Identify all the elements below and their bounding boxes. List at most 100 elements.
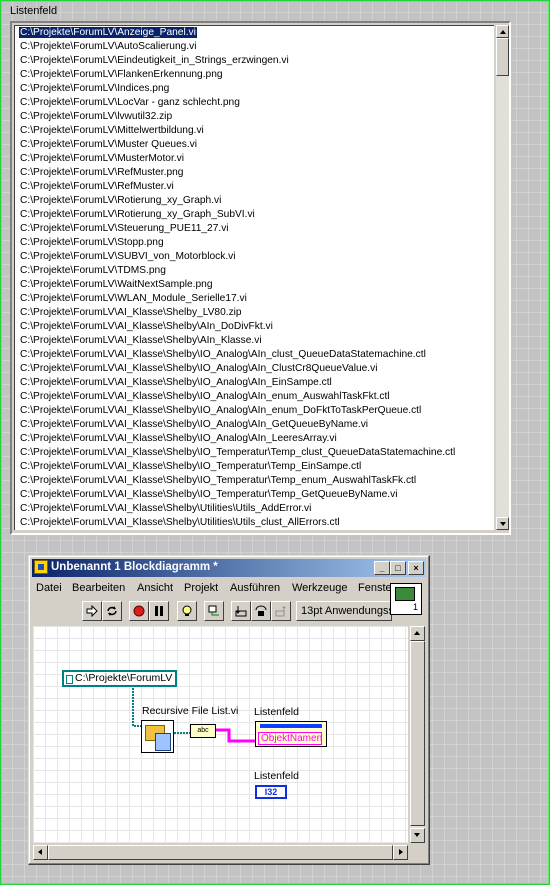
close-button[interactable]: × (408, 561, 424, 575)
menu-ansicht[interactable]: Ansicht (137, 582, 173, 594)
listbox-item-text: C:\Projekte\ForumLV\AI_Klasse\Shelby_LV8… (20, 307, 242, 318)
run-button[interactable] (82, 601, 102, 621)
diagram-scroll-up[interactable] (410, 626, 425, 641)
menu-bearbeiten[interactable]: Bearbeiten (72, 582, 125, 594)
listbox-item[interactable]: C:\Projekte\ForumLV\AI_Klasse\Shelby\IO_… (15, 404, 494, 418)
step-over-icon (255, 605, 267, 616)
listbox-item[interactable]: C:\Projekte\ForumLV\AI_Klasse\Shelby\IO_… (15, 390, 494, 404)
diagram-vscroll-thumb[interactable] (410, 641, 425, 826)
listbox-item[interactable]: C:\Projekte\ForumLV\MusterMotor.vi (15, 152, 494, 166)
diagram-hscroll-thumb[interactable] (48, 845, 393, 860)
labview-app-icon (34, 560, 48, 574)
listbox-item[interactable]: C:\Projekte\ForumLV\Rotierung_xy_Graph.v… (15, 194, 494, 208)
listbox-item-text: C:\Projekte\ForumLV\AI_Klasse\Shelby\IO_… (20, 363, 378, 374)
diagram-horizontal-scrollbar[interactable] (33, 845, 408, 860)
block-diagram-window[interactable]: Unbenannt 1 Blockdiagramm * _ □ × Datei B… (28, 555, 430, 865)
listbox-property-node[interactable]: ObjektNamen (255, 721, 327, 747)
minimize-button[interactable]: _ (374, 561, 390, 575)
listbox-item[interactable]: C:\Projekte\ForumLV\AI_Klasse\Shelby\IO_… (15, 418, 494, 432)
listbox-item-text: C:\Projekte\ForumLV\Eindeutigkeit_in_Str… (20, 55, 289, 66)
menu-projekt[interactable]: Projekt (184, 582, 218, 594)
diagram-scroll-down[interactable] (410, 828, 425, 843)
retain-wire-values-button[interactable] (204, 601, 224, 621)
listbox-item[interactable]: C:\Projekte\ForumLV\Mittelwertbildung.vi (15, 124, 494, 138)
listbox-item[interactable]: C:\Projekte\ForumLV\WaitNextSample.png (15, 278, 494, 292)
probe-icon (208, 605, 219, 616)
listbox-item-text: C:\Projekte\ForumLV\AI_Klasse\Shelby\IO_… (20, 391, 390, 402)
vi-connector-icon[interactable]: 1 (390, 583, 422, 615)
listbox-item-text: C:\Projekte\ForumLV\Rotierung_xy_Graph_S… (20, 209, 255, 220)
step-over-button[interactable] (251, 601, 271, 621)
listbox-item[interactable]: C:\Projekte\ForumLV\AI_Klasse\Shelby\IO_… (15, 432, 494, 446)
listbox-item[interactable]: C:\Projekte\ForumLV\TDMS.png (15, 264, 494, 278)
scroll-thumb[interactable] (496, 38, 509, 76)
listbox-item-text: C:\Projekte\ForumLV\AI_Klasse\Shelby\AIn… (20, 321, 273, 332)
maximize-button[interactable]: □ (390, 561, 406, 575)
diagram-scroll-left[interactable] (33, 845, 48, 860)
step-into-button[interactable] (231, 601, 251, 621)
listbox-item[interactable]: C:\Projekte\ForumLV\SUBVI_von_Motorblock… (15, 250, 494, 264)
listbox-item[interactable]: C:\Projekte\ForumLV\AI_Klasse\Shelby\IO_… (15, 460, 494, 474)
listbox[interactable]: C:\Projekte\ForumLV\Anzeige_Panel.vi C:\P… (10, 21, 511, 535)
run-continuously-button[interactable] (102, 601, 122, 621)
title-bar[interactable]: Unbenannt 1 Blockdiagramm * _ □ × (32, 559, 426, 577)
listbox-item[interactable]: C:\Projekte\ForumLV\FlankenErkennung.png (15, 68, 494, 82)
property-node-header (260, 724, 322, 728)
font-dropdown[interactable]: 13pt Anwendungsschriftart (296, 601, 392, 621)
listbox-item[interactable]: C:\Projekte\ForumLV\RefMuster.vi (15, 180, 494, 194)
listbox-item[interactable]: C:\Projekte\ForumLV\WLAN_Module_Serielle… (15, 292, 494, 306)
abort-button[interactable] (129, 601, 149, 621)
scroll-up-button[interactable] (496, 25, 509, 38)
listbox-item[interactable]: C:\Projekte\ForumLV\AutoScalierung.vi (15, 40, 494, 54)
menu-ausfhren[interactable]: Ausführen (230, 582, 280, 594)
listbox-item[interactable]: C:\Projekte\ForumLV\AI_Klasse\Shelby\IO_… (15, 446, 494, 460)
listbox-item[interactable]: C:\Projekte\ForumLV\Anzeige_Panel.vi (15, 26, 494, 40)
listbox-item[interactable]: C:\Projekte\ForumLV\AI_Klasse\Shelby\IO_… (15, 348, 494, 362)
listbox-item[interactable]: C:\Projekte\ForumLV\Steuerung_PUE11_27.v… (15, 222, 494, 236)
path-constant[interactable]: C:\Projekte\ForumLV (62, 670, 178, 687)
block-diagram-canvas[interactable]: C:\Projekte\ForumLV Recursive File List.… (33, 626, 408, 843)
listbox-item-text: C:\Projekte\ForumLV\AI_Klasse\Shelby\Uti… (20, 503, 312, 514)
listbox-item[interactable]: C:\Projekte\ForumLV\AI_Klasse\Shelby\Uti… (15, 516, 494, 530)
scroll-down-button[interactable] (496, 517, 509, 530)
listbox-item[interactable]: C:\Projekte\ForumLV\AI_Klasse\Shelby\AIn… (15, 334, 494, 348)
listbox-items[interactable]: C:\Projekte\ForumLV\Anzeige_Panel.vi C:\P… (14, 25, 494, 530)
listbox-item[interactable]: C:\Projekte\ForumLV\Rotierung_xy_Graph_S… (15, 208, 494, 222)
step-out-icon (275, 606, 286, 617)
listbox-item-text: C:\Projekte\ForumLV\AI_Klasse\Shelby\IO_… (20, 419, 369, 430)
listbox-item[interactable]: C:\Projekte\ForumLV\AI_Klasse\Shelby_LV8… (15, 306, 494, 320)
toolbar: 13pt Anwendungsschriftart (32, 599, 426, 623)
listbox-item[interactable]: C:\Projekte\ForumLV\lvwutil32.zip (15, 110, 494, 124)
listbox-item[interactable]: C:\Projekte\ForumLV\Eindeutigkeit_in_Str… (15, 54, 494, 68)
listbox-item[interactable]: C:\Projekte\ForumLV\AI_Klasse\Shelby\IO_… (15, 474, 494, 488)
listbox-item-text: C:\Projekte\ForumLV\AI_Klasse\Shelby\Uti… (20, 517, 340, 528)
listbox-scrollbar[interactable] (496, 25, 509, 530)
listbox-item-text: C:\Projekte\ForumLV\FlankenErkennung.png (20, 69, 223, 80)
listbox-item[interactable]: C:\Projekte\ForumLV\AI_Klasse\Shelby\IO_… (15, 376, 494, 390)
listbox-item[interactable]: C:\Projekte\ForumLV\LocVar - ganz schlec… (15, 96, 494, 110)
pause-button[interactable] (149, 601, 169, 621)
listbox-item[interactable]: C:\Projekte\ForumLV\RefMuster.png (15, 166, 494, 180)
highlight-execution-button[interactable] (177, 601, 197, 621)
recursive-file-list-subvi[interactable] (141, 720, 174, 753)
step-out-button[interactable] (271, 601, 291, 621)
listbox-item-text: C:\Projekte\ForumLV\Mittelwertbildung.vi (20, 125, 204, 136)
menu-werkzeuge[interactable]: Werkzeuge (292, 582, 347, 594)
diagram-vertical-scrollbar[interactable] (410, 626, 425, 843)
listbox-item[interactable]: C:\Projekte\ForumLV\Muster Queues.vi (15, 138, 494, 152)
listbox-item[interactable]: C:\Projekte\ForumLV\AI_Klasse\Shelby\AIn… (15, 320, 494, 334)
diagram-scroll-right[interactable] (393, 845, 408, 860)
listbox-terminal[interactable]: I32 (255, 785, 287, 799)
path-to-string-node[interactable]: abc (190, 724, 216, 738)
listbox-item-text: C:\Projekte\ForumLV\RefMuster.vi (20, 181, 174, 192)
listbox-item[interactable]: C:\Projekte\ForumLV\AI_Klasse\Shelby\IO_… (15, 488, 494, 502)
file-icon (155, 733, 171, 751)
listbox-item-text: C:\Projekte\ForumLV\AI_Klasse\Shelby\IO_… (20, 447, 456, 458)
listbox-item[interactable]: C:\Projekte\ForumLV\Stopp.png (15, 236, 494, 250)
listbox-item[interactable]: C:\Projekte\ForumLV\AI_Klasse\Shelby\Uti… (15, 502, 494, 516)
listbox-item[interactable]: C:\Projekte\ForumLV\AI_Klasse\Shelby\IO_… (15, 362, 494, 376)
listbox-item-text: C:\Projekte\ForumLV\Anzeige_Panel.vi (18, 26, 198, 39)
menu-datei[interactable]: Datei (36, 582, 62, 594)
listbox-item[interactable]: C:\Projekte\ForumLV\Indices.png (15, 82, 494, 96)
string-array-wire[interactable] (214, 728, 255, 743)
